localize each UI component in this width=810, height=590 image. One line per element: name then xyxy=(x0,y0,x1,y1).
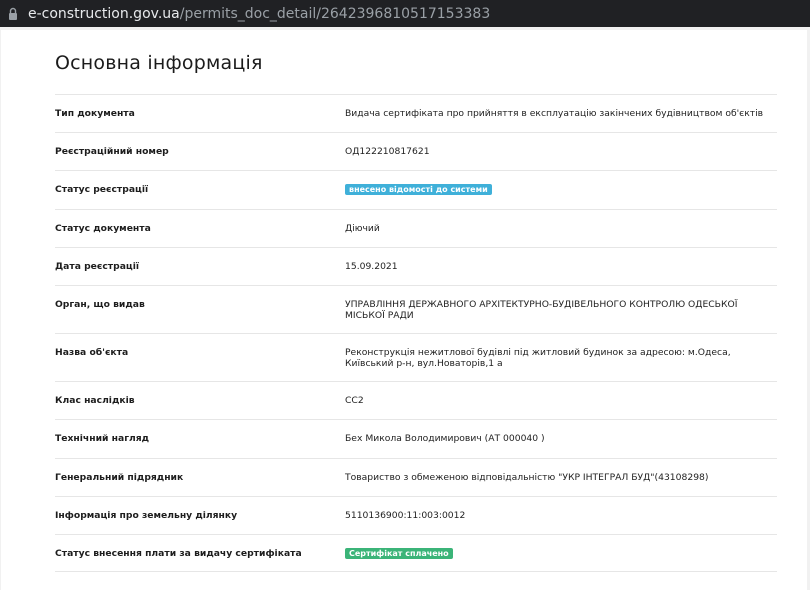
row-label: Генеральний підрядник xyxy=(55,472,184,483)
row-value: Діючий xyxy=(345,223,380,234)
url-domain[interactable]: e-construction.gov.ua xyxy=(28,6,180,22)
row-label: Інформація про земельну ділянку xyxy=(55,510,238,521)
row-label: Дата реєстрації xyxy=(55,261,140,272)
row-document-status: Статус документа Діючий xyxy=(55,209,777,247)
status-badge: внесено відомості до системи xyxy=(345,184,492,195)
row-value: ОД122210817621 xyxy=(345,146,430,157)
row-label: Клас наслідків xyxy=(55,395,135,406)
row-object-name: Назва об'єкта Реконструкція нежитлової б… xyxy=(55,333,777,381)
row-label: Технічний нагляд xyxy=(55,433,150,444)
row-value: Сертифікат сплачено xyxy=(345,535,777,571)
row-registration-status: Статус реєстрації внесено відомості до с… xyxy=(55,170,777,209)
row-registration-number: Реєстраційний номер ОД122210817621 xyxy=(55,132,777,170)
page-title: Основна інформація xyxy=(55,52,263,74)
row-value: 15.09.2021 xyxy=(345,261,398,272)
row-label: Назва об'єкта xyxy=(55,347,129,358)
row-label: Орган, що видав xyxy=(55,299,145,310)
row-document-type: Тип документа Видача сертифіката про при… xyxy=(55,94,777,132)
row-value: Товариство з обмеженою відповідальністю … xyxy=(345,472,709,483)
row-label: Статус документа xyxy=(55,223,151,234)
row-land-plot-info: Інформація про земельну ділянку 51101369… xyxy=(55,496,777,534)
row-payment-status: Статус внесення плати за видачу сертифік… xyxy=(55,534,777,572)
row-label: Статус внесення плати за видачу сертифік… xyxy=(55,548,302,559)
lock-icon xyxy=(9,7,17,20)
browser-address-bar[interactable]: e-construction.gov.ua/permits_doc_detail… xyxy=(0,0,810,27)
row-label: Реєстраційний номер xyxy=(55,146,169,157)
url-path[interactable]: /permits_doc_detail/2642396810517153383 xyxy=(180,6,491,22)
info-table: Тип документа Видача сертифіката про при… xyxy=(55,94,777,572)
row-value: УПРАВЛІННЯ ДЕРЖАВНОГО АРХІТЕКТУРНО-БУДІВ… xyxy=(345,299,738,321)
payment-badge: Сертифікат сплачено xyxy=(345,548,453,559)
row-value: Реконструкція нежитлової будівлі під жит… xyxy=(345,347,731,369)
row-value: Бех Микола Володимирович (АТ 000040 ) xyxy=(345,433,545,444)
row-value: Видача сертифіката про прийняття в експл… xyxy=(345,108,764,119)
row-label: Статус реєстрації xyxy=(55,184,149,195)
row-value: СС2 xyxy=(345,395,364,406)
row-technical-supervision: Технічний нагляд Бех Микола Володимирови… xyxy=(55,419,777,458)
row-general-contractor: Генеральний підрядник Товариство з обмеж… xyxy=(55,458,777,496)
row-issuing-authority: Орган, що видав УПРАВЛІННЯ ДЕРЖАВНОГО АР… xyxy=(55,285,777,333)
main-info-card: Основна інформація Тип документа Видача … xyxy=(1,30,807,590)
row-registration-date: Дата реєстрації 15.09.2021 xyxy=(55,247,777,285)
row-label: Тип документа xyxy=(55,108,135,119)
row-value: внесено відомості до системи xyxy=(345,171,777,209)
row-consequence-class: Клас наслідків СС2 xyxy=(55,381,777,419)
row-value: 5110136900:11:003:0012 xyxy=(345,510,466,521)
